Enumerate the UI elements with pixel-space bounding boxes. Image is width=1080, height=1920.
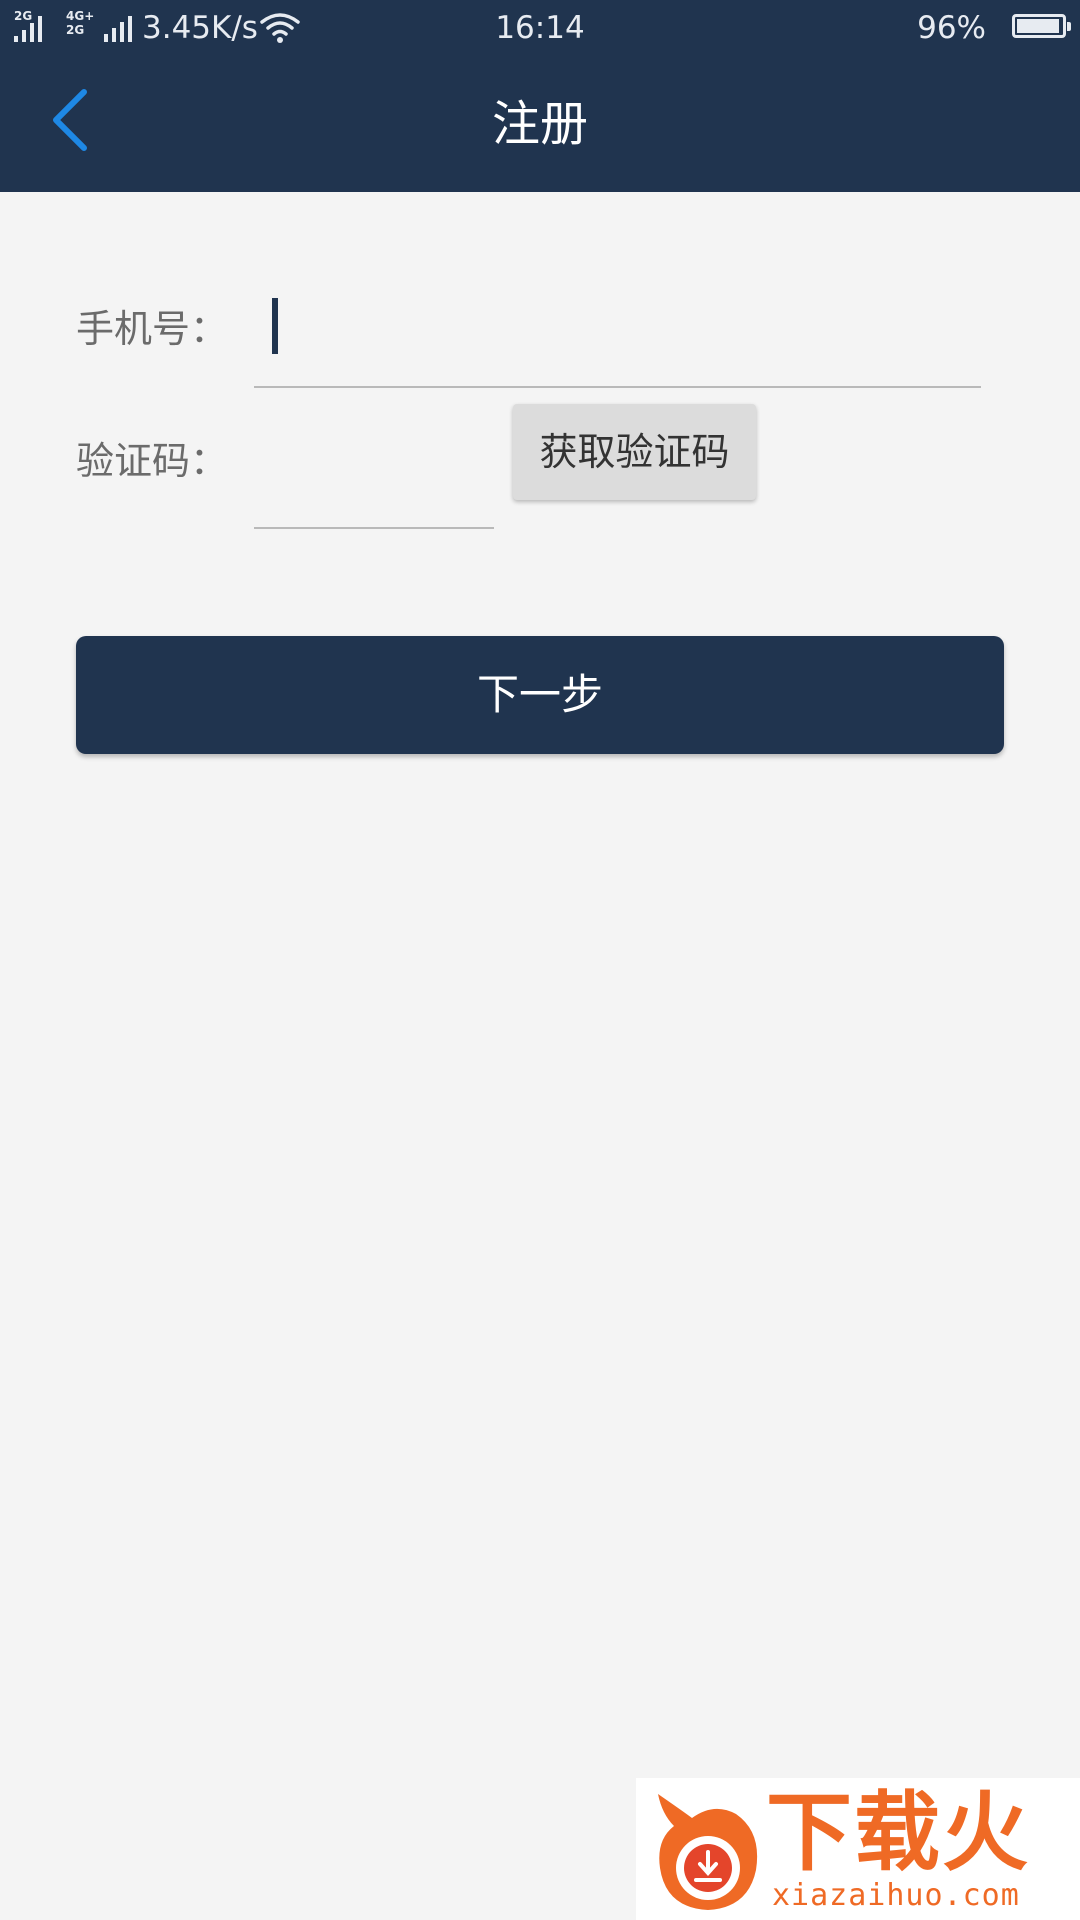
phone-label: 手机号：: [76, 307, 229, 351]
get-code-button[interactable]: 获取验证码: [513, 404, 756, 500]
battery-level-fill: [1017, 19, 1059, 33]
battery-icon: [1012, 14, 1071, 38]
phone-input-underline: [254, 386, 981, 388]
page-title: 注册: [491, 96, 588, 152]
watermark-brand: 下载火: [766, 1783, 1030, 1883]
phone-input[interactable]: [256, 290, 980, 382]
status-bar: 2G 4G+ 2G 3.45K/s 16:14 96%: [0, 0, 1080, 56]
code-input-underline: [254, 527, 494, 529]
battery-percentage: 96%: [917, 10, 986, 46]
register-screen: 2G 4G+ 2G 3.45K/s 16:14 96% 注册 手机号： 验证码：…: [0, 0, 1080, 1920]
next-step-button[interactable]: 下一步: [76, 636, 1004, 754]
text-cursor: [272, 298, 278, 354]
app-header: 2G 4G+ 2G 3.45K/s 16:14 96% 注册: [0, 0, 1080, 192]
flame-logo-icon: [658, 1794, 758, 1910]
watermark-url: xiazaihuo.com: [772, 1878, 1020, 1913]
watermark: 下载火 xiazaihuo.com: [636, 1778, 1080, 1920]
code-input[interactable]: [256, 430, 495, 522]
code-label: 验证码：: [76, 439, 229, 483]
